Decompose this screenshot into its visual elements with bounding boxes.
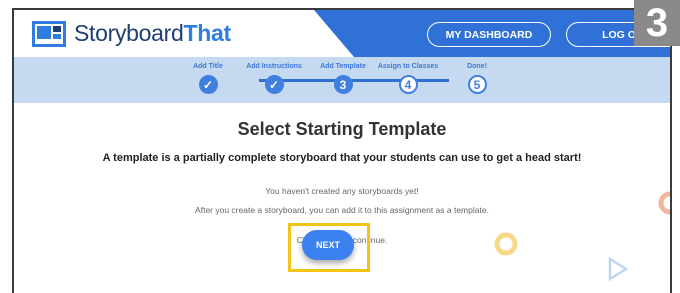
storyboardthat-logo[interactable]: StoryboardThat (32, 20, 231, 47)
step-label: Done! (467, 63, 487, 70)
step-done[interactable]: Done! 5 (437, 63, 517, 94)
step-label: Add Instructions (246, 63, 302, 70)
page-subtitle: A template is a partially complete story… (102, 152, 582, 164)
check-icon: ✓ (198, 75, 218, 94)
logo-icon (32, 20, 66, 47)
page-title: Select Starting Template (237, 119, 447, 139)
circle-decoration-icon (658, 191, 670, 215)
logo-wordmark: StoryboardThat (74, 20, 231, 47)
step-number: 3 (333, 75, 353, 94)
check-icon: ✓ (264, 75, 284, 94)
triangle-decoration-icon (608, 256, 629, 282)
my-dashboard-button[interactable]: MY DASHBOARD (427, 22, 551, 47)
step-label: Assign to Classes (377, 63, 439, 70)
step-number: 5 (467, 75, 487, 94)
progress-line (259, 79, 449, 82)
next-button[interactable]: NEXT (302, 230, 354, 260)
circle-decoration-icon (494, 232, 518, 256)
tutorial-step-badge: 3 (634, 0, 680, 46)
logo-text-part1: Storyboard (74, 20, 184, 46)
wizard-progress-bar: Add Title ✓ Add Instructions ✓ Add Templ… (14, 57, 670, 103)
no-storyboards-message: You haven't created any storyboards yet! (265, 186, 419, 196)
top-header: StoryboardThat MY DASHBOARD LOG OUT (14, 10, 670, 57)
template-hint-message: After you create a storyboard, you can a… (195, 205, 489, 215)
step-number: 4 (398, 75, 418, 94)
logo-text-part2: That (183, 20, 232, 46)
